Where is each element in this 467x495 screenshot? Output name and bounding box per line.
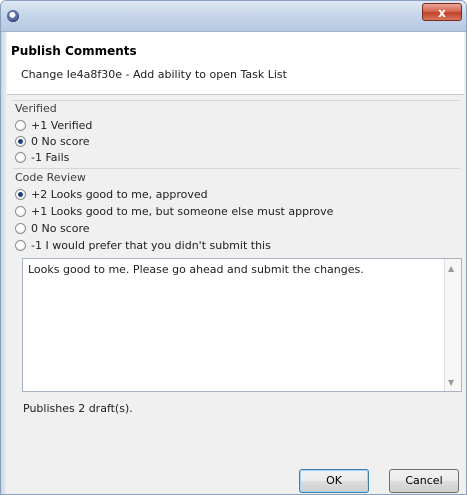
left-edge-gradient [1,32,7,494]
radio-label: 0 No score [31,134,90,148]
code-review-option-plus2[interactable]: +2 Looks good to me, approved [15,186,208,202]
comment-text[interactable]: Looks good to me. Please go ahead and su… [28,263,364,276]
radio-label: -1 Fails [31,150,70,164]
cancel-button[interactable]: Cancel [389,469,459,493]
close-icon: x [438,6,446,20]
radio-button[interactable] [15,205,26,217]
close-button[interactable]: x [422,3,462,21]
ok-button[interactable]: OK [299,469,369,493]
drafts-status: Publishes 2 draft(s). [23,402,133,415]
verified-option-plus1[interactable]: +1 Verified [15,117,92,133]
title-bar[interactable]: x [1,1,466,32]
radio-button-selected[interactable] [15,188,26,200]
radio-button-selected[interactable] [15,135,26,147]
radio-label: -1 I would prefer that you didn't submit… [31,238,271,252]
radio-label: +1 Verified [31,118,93,132]
radio-label: 0 No score [31,221,90,235]
verified-group-divider [13,100,460,101]
code-review-option-plus1[interactable]: +1 Looks good to me, but someone else mu… [15,203,333,219]
radio-label: +1 Looks good to me, but someone else mu… [31,204,334,218]
radio-button[interactable] [15,222,26,234]
verified-option-minus1[interactable]: -1 Fails [15,149,69,165]
verified-group-label: Verified [15,102,57,115]
comment-textarea[interactable]: Looks good to me. Please go ahead and su… [22,258,462,392]
radio-label: +2 Looks good to me, approved [31,187,208,201]
dialog-title: Publish Comments [11,44,137,58]
verified-option-0[interactable]: 0 No score [15,133,90,149]
publish-comments-dialog: x Publish Comments Change Ie4a8f30e - Ad… [0,0,467,495]
radio-button[interactable] [15,119,26,131]
vertical-scrollbar[interactable]: ▲ ▼ [444,259,461,391]
code-review-group-label: Code Review [15,171,86,184]
radio-button[interactable] [15,239,26,251]
radio-button[interactable] [15,151,26,163]
scroll-down-arrow-icon[interactable]: ▼ [448,378,454,387]
code-review-option-minus1[interactable]: -1 I would prefer that you didn't submit… [15,237,271,253]
code-review-option-0[interactable]: 0 No score [15,220,90,236]
eclipse-icon [7,10,19,22]
change-description: Change Ie4a8f30e - Add ability to open T… [21,68,287,81]
scroll-up-arrow-icon[interactable]: ▲ [448,264,454,273]
dialog-header: Publish Comments Change Ie4a8f30e - Add … [3,32,464,95]
code-review-group-divider [13,168,460,169]
